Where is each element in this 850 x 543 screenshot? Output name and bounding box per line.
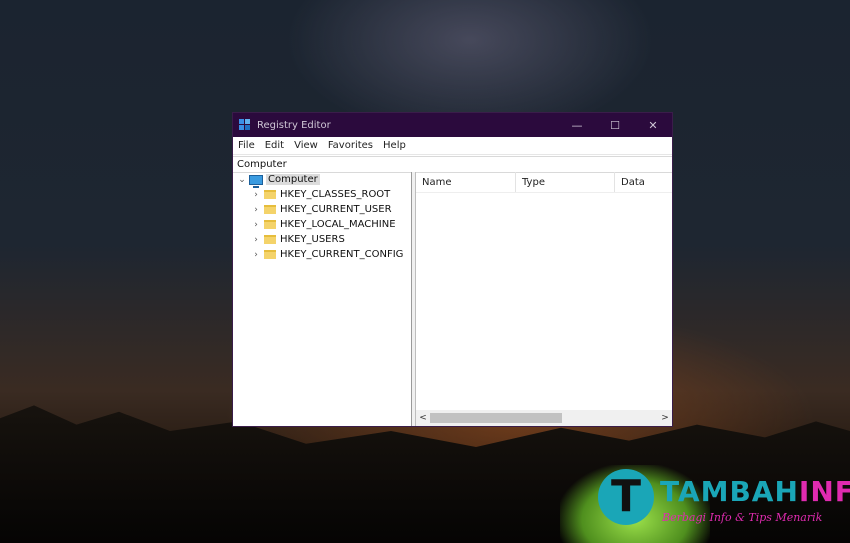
folder-icon xyxy=(264,190,276,199)
tree-item-label: HKEY_CURRENT_CONFIG xyxy=(280,249,404,260)
scroll-track[interactable] xyxy=(430,413,658,423)
scroll-thumb[interactable] xyxy=(430,413,563,423)
watermark-brand-part1: TAMBAH xyxy=(660,475,799,508)
column-header-name[interactable]: Name xyxy=(416,172,516,192)
tree-item-hkey-users[interactable]: › HKEY_USERS xyxy=(233,232,411,247)
menu-file[interactable]: File xyxy=(233,140,260,151)
close-button[interactable]: ✕ xyxy=(634,113,672,137)
chevron-right-icon[interactable]: › xyxy=(251,220,261,230)
chevron-down-icon[interactable]: ⌄ xyxy=(237,175,247,185)
tree-item-label: HKEY_CLASSES_ROOT xyxy=(280,189,391,200)
minimize-button[interactable]: — xyxy=(558,113,596,137)
menu-bar: File Edit View Favorites Help xyxy=(233,137,672,155)
column-header-data[interactable]: Data xyxy=(615,172,672,192)
folder-icon xyxy=(264,235,276,244)
column-header-type[interactable]: Type xyxy=(516,172,615,192)
address-bar[interactable]: Computer xyxy=(233,156,672,173)
tree-item-hkey-local-machine[interactable]: › HKEY_LOCAL_MACHINE xyxy=(233,217,411,232)
watermark-brand: TAMBAHINFO xyxy=(660,475,850,508)
window-title: Registry Editor xyxy=(257,119,331,131)
registry-tree: ⌄ Computer › HKEY_CLASSES_ROOT › HKEY_CU… xyxy=(233,172,412,426)
tree-item-hkey-classes-root[interactable]: › HKEY_CLASSES_ROOT xyxy=(233,187,411,202)
tree-item-computer[interactable]: ⌄ Computer xyxy=(233,172,411,188)
tree-item-label: Computer xyxy=(266,174,320,185)
tree-item-hkey-current-user[interactable]: › HKEY_CURRENT_USER xyxy=(233,202,411,217)
watermark-tagline: Berbagi Info & Tips Menarik xyxy=(662,511,823,524)
tree-item-label: HKEY_LOCAL_MACHINE xyxy=(280,219,396,230)
watermark-brand-part2: INFO xyxy=(798,475,850,508)
folder-icon xyxy=(264,220,276,229)
menu-edit[interactable]: Edit xyxy=(260,140,289,151)
maximize-button[interactable]: ☐ xyxy=(596,113,634,137)
menu-help[interactable]: Help xyxy=(378,140,411,151)
chevron-right-icon[interactable]: › xyxy=(251,250,261,260)
chevron-right-icon[interactable]: › xyxy=(251,235,261,245)
watermark-logo: T xyxy=(598,469,654,525)
folder-icon xyxy=(264,205,276,214)
chevron-right-icon[interactable]: › xyxy=(251,190,261,200)
tree-item-hkey-current-config[interactable]: › HKEY_CURRENT_CONFIG xyxy=(233,247,411,262)
title-bar[interactable]: Registry Editor — ☐ ✕ xyxy=(233,113,672,137)
menu-favorites[interactable]: Favorites xyxy=(323,140,378,151)
scroll-left-button[interactable]: < xyxy=(416,413,430,423)
scroll-right-button[interactable]: > xyxy=(658,413,672,423)
horizontal-scrollbar[interactable]: < > xyxy=(416,410,672,426)
menu-view[interactable]: View xyxy=(289,140,323,151)
registry-editor-window: Registry Editor — ☐ ✕ File Edit View Fav… xyxy=(232,112,673,427)
chevron-right-icon[interactable]: › xyxy=(251,205,261,215)
list-header: Name Type Data xyxy=(416,172,672,193)
folder-icon xyxy=(264,250,276,259)
watermark: T TAMBAHINFO Berbagi Info & Tips Menarik xyxy=(596,465,850,535)
values-list[interactable]: Name Type Data < > xyxy=(416,172,672,426)
tree-item-label: HKEY_USERS xyxy=(280,234,345,245)
tree-item-label: HKEY_CURRENT_USER xyxy=(280,204,392,215)
computer-icon xyxy=(249,174,263,188)
registry-icon xyxy=(239,119,251,131)
